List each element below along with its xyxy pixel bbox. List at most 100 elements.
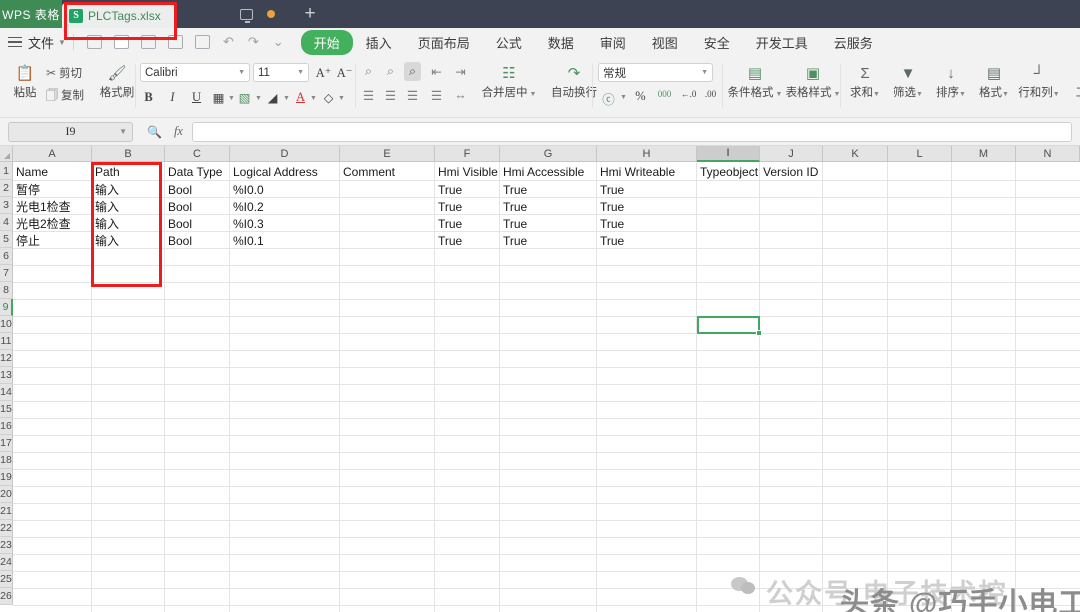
new-tab-button[interactable]: + (287, 0, 333, 28)
increase-font-size-icon[interactable]: A⁺ (315, 65, 332, 81)
search-icon[interactable]: 🔍 (147, 125, 162, 139)
chevron-down-icon[interactable]: ▼ (228, 95, 235, 102)
cell-G5[interactable]: True (500, 232, 527, 249)
chevron-down-icon[interactable]: ▼ (310, 95, 317, 102)
comma-style-icon[interactable]: 000 (656, 89, 673, 99)
row-header-21[interactable]: 21 (0, 503, 13, 520)
ribbon-tab-formula[interactable]: 公式 (483, 31, 535, 54)
save-icon[interactable] (86, 35, 102, 49)
cell-H4[interactable]: True (597, 215, 624, 232)
column-header-E[interactable]: E (340, 146, 435, 162)
column-header-F[interactable]: F (435, 146, 500, 162)
justify-icon[interactable]: ☰ (428, 88, 445, 104)
decrease-indent-icon[interactable]: ⇤ (428, 64, 445, 80)
chevron-down-icon[interactable]: ▼ (620, 94, 627, 101)
hamburger-icon[interactable] (8, 36, 22, 48)
row-header-7[interactable]: 7 (0, 265, 13, 282)
row-header-17[interactable]: 17 (0, 435, 13, 452)
cell-C2[interactable]: Bool (165, 181, 192, 198)
column-header-D[interactable]: D (230, 146, 340, 162)
align-center-icon[interactable]: ☰ (382, 88, 399, 104)
increase-decimal-icon[interactable]: ←.0 (680, 89, 697, 99)
row-header-6[interactable]: 6 (0, 248, 13, 265)
print-preview-icon[interactable] (167, 35, 183, 49)
cell-G3[interactable]: True (500, 198, 527, 215)
cell-A1[interactable]: Name (13, 163, 48, 180)
paste-button[interactable]: 📋 粘贴 (6, 60, 44, 100)
cell-H5[interactable]: True (597, 232, 624, 249)
font-family-select[interactable]: Calibri ▼ (140, 63, 250, 82)
column-header-N[interactable]: N (1016, 146, 1080, 162)
row-header-20[interactable]: 20 (0, 486, 13, 503)
undo-icon[interactable]: ↶ (223, 35, 234, 50)
row-header-24[interactable]: 24 (0, 554, 13, 571)
autosum-button[interactable]: Σ 求和▼ (845, 60, 885, 100)
chevron-down-icon[interactable]: ▼ (119, 127, 127, 136)
column-header-B[interactable]: B (92, 146, 165, 162)
cell-B5[interactable]: 输入 (92, 232, 119, 249)
save-as-icon[interactable] (113, 35, 129, 49)
fill-color-icon[interactable]: ▧ (236, 90, 253, 106)
column-header-C[interactable]: C (165, 146, 230, 162)
document-tab-plctags[interactable]: S PLCTags.xlsx (62, 3, 177, 28)
row-header-15[interactable]: 15 (0, 401, 13, 418)
cell-B4[interactable]: 输入 (92, 215, 119, 232)
export-pdf-icon[interactable] (194, 35, 210, 49)
chevron-down-icon[interactable]: ▼ (283, 95, 290, 102)
ribbon-tab-pagelayout[interactable]: 页面布局 (405, 31, 483, 54)
row-header-18[interactable]: 18 (0, 452, 13, 469)
row-header-19[interactable]: 19 (0, 469, 13, 486)
align-middle-icon[interactable]: ⌕ (382, 64, 399, 79)
cell-F3[interactable]: True (435, 198, 462, 215)
cell-H2[interactable]: True (597, 181, 624, 198)
format-painter-button[interactable]: 🖌 格式刷 (96, 60, 138, 100)
bold-button[interactable]: B (140, 90, 157, 105)
cell-E1[interactable]: Comment (340, 163, 395, 180)
cell-format-button[interactable]: ▤ 格式▼ (974, 60, 1014, 100)
redo-icon[interactable]: ↷ (248, 35, 259, 50)
cell-B3[interactable]: 输入 (92, 198, 119, 215)
worksheet-button[interactable]: ▤ 工作表 (1067, 60, 1080, 100)
select-all-corner[interactable] (0, 146, 13, 162)
fill-handle[interactable] (756, 330, 762, 336)
row-header-4[interactable]: 4 (0, 214, 13, 231)
italic-button[interactable]: I (164, 90, 181, 105)
chevron-down-icon[interactable]: ▼ (255, 95, 262, 102)
highlight-icon[interactable]: ◢ (264, 90, 281, 106)
font-size-select[interactable]: 11 ▼ (253, 63, 309, 82)
ribbon-tab-review[interactable]: 审阅 (587, 31, 639, 54)
ribbon-tab-data[interactable]: 数据 (535, 31, 587, 54)
sort-button[interactable]: ↓ 排序▼ (931, 60, 971, 100)
cell-A4[interactable]: 光电2检查 (13, 215, 71, 232)
cell-A5[interactable]: 停止 (13, 232, 40, 249)
ribbon-tab-insert[interactable]: 插入 (353, 31, 405, 54)
cell-G2[interactable]: True (500, 181, 527, 198)
cell-area[interactable]: Name Path Data Type Logical Address Comm… (13, 162, 1080, 612)
row-header-12[interactable]: 12 (0, 350, 13, 367)
cell-A3[interactable]: 光电1检查 (13, 198, 71, 215)
row-header-2[interactable]: 2 (0, 180, 13, 197)
cell-C5[interactable]: Bool (165, 232, 192, 249)
ribbon-tab-devtools[interactable]: 开发工具 (743, 31, 821, 54)
row-header-14[interactable]: 14 (0, 384, 13, 401)
align-left-icon[interactable]: ☰ (360, 88, 377, 104)
orange-dot-icon[interactable] (267, 10, 275, 18)
formula-input[interactable] (191, 121, 1072, 142)
column-header-A[interactable]: A (13, 146, 92, 162)
cell-D5[interactable]: %I0.1 (230, 232, 264, 249)
row-header-22[interactable]: 22 (0, 520, 13, 537)
number-format-select[interactable]: 常规 ▼ (598, 63, 713, 82)
file-menu-button[interactable]: 文件 (28, 33, 54, 52)
column-header-G[interactable]: G (500, 146, 597, 162)
active-cell-I9[interactable] (697, 316, 760, 334)
chevron-down-icon[interactable]: ▼ (58, 38, 66, 47)
conditional-format-button[interactable]: ▤ 条件格式 ▼ (727, 60, 783, 100)
underline-button[interactable]: U (188, 90, 205, 105)
rows-columns-button[interactable]: ┘ 行和列▼ (1013, 60, 1065, 100)
font-color-icon[interactable]: A (292, 90, 309, 105)
row-header-8[interactable]: 8 (0, 282, 13, 299)
borders-icon[interactable]: ▦ (210, 90, 227, 106)
cut-button[interactable]: ✂ 剪切 (46, 65, 82, 81)
cell-F4[interactable]: True (435, 215, 462, 232)
distribute-icon[interactable]: ↔ (452, 88, 469, 103)
